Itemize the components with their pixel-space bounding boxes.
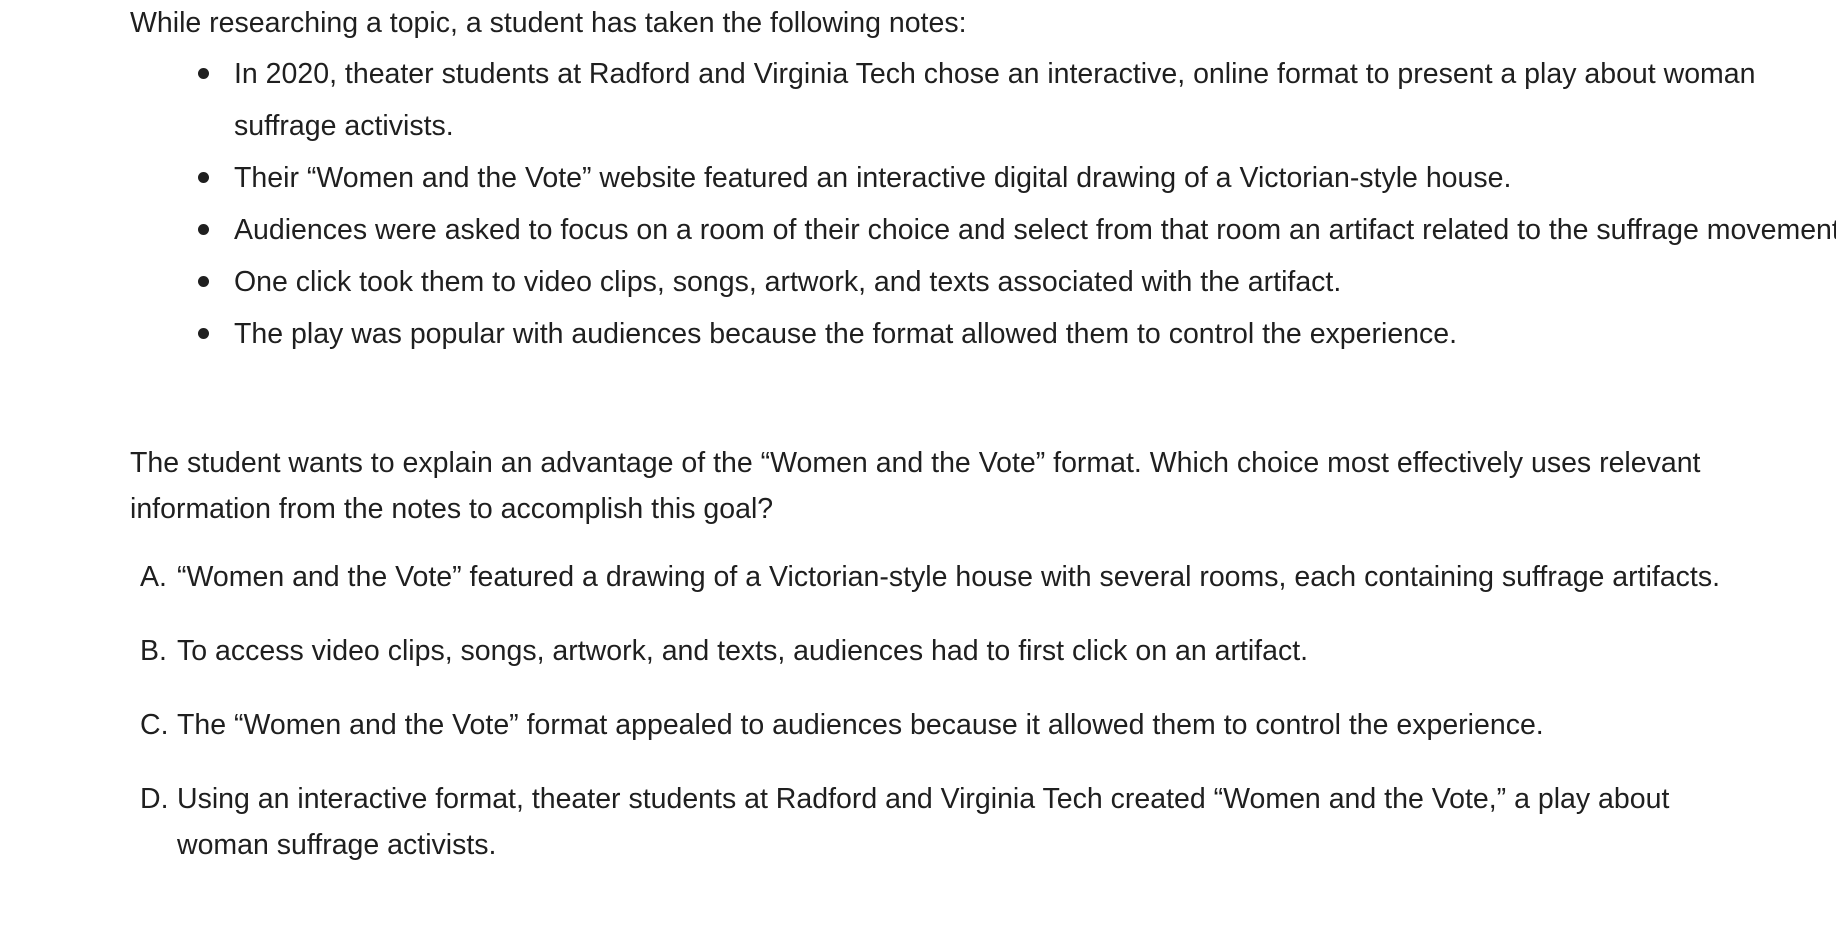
notes-intro: While researching a topic, a student has… [130, 7, 967, 39]
note-item: One click took them to video clips, song… [130, 256, 1836, 308]
choice-a[interactable]: A. “Women and the Vote” featured a drawi… [130, 554, 1747, 600]
note-text: In 2020, theater students at Radford and… [234, 58, 1756, 142]
note-text: One click took them to video clips, song… [234, 266, 1342, 298]
choice-text: The “Women and the Vote” format appealed… [177, 709, 1544, 741]
note-text: The play was popular with audiences beca… [234, 318, 1458, 350]
choice-letter: B. [140, 635, 167, 667]
choice-letter: A. [140, 561, 167, 593]
bullet-icon [198, 68, 209, 79]
bullet-icon [198, 224, 209, 235]
note-text: Their “Women and the Vote” website featu… [234, 162, 1512, 194]
choice-b[interactable]: B. To access video clips, songs, artwork… [130, 628, 1747, 674]
note-item: Audiences were asked to focus on a room … [130, 204, 1836, 256]
choice-d[interactable]: D. Using an interactive format, theater … [130, 776, 1747, 868]
note-text: Audiences were asked to focus on a room … [234, 214, 1836, 246]
choice-text: Using an interactive format, theater stu… [177, 783, 1670, 861]
choice-text: To access video clips, songs, artwork, a… [177, 635, 1309, 667]
bullet-icon [198, 276, 209, 287]
note-item: The play was popular with audiences beca… [130, 308, 1836, 360]
bullet-icon [198, 172, 209, 183]
choice-text: “Women and the Vote” featured a drawing … [177, 561, 1721, 593]
choice-c[interactable]: C. The “Women and the Vote” format appea… [130, 702, 1747, 748]
choice-letter: C. [140, 709, 169, 741]
note-item: Their “Women and the Vote” website featu… [130, 152, 1836, 204]
answer-choices: A. “Women and the Vote” featured a drawi… [130, 554, 1750, 896]
choice-letter: D. [140, 783, 169, 815]
question-page: While researching a topic, a student has… [0, 0, 1836, 925]
bullet-icon [198, 328, 209, 339]
question-prompt: The student wants to explain an advantag… [130, 447, 1701, 525]
note-item: In 2020, theater students at Radford and… [130, 48, 1836, 152]
notes-list: In 2020, theater students at Radford and… [130, 48, 1836, 360]
